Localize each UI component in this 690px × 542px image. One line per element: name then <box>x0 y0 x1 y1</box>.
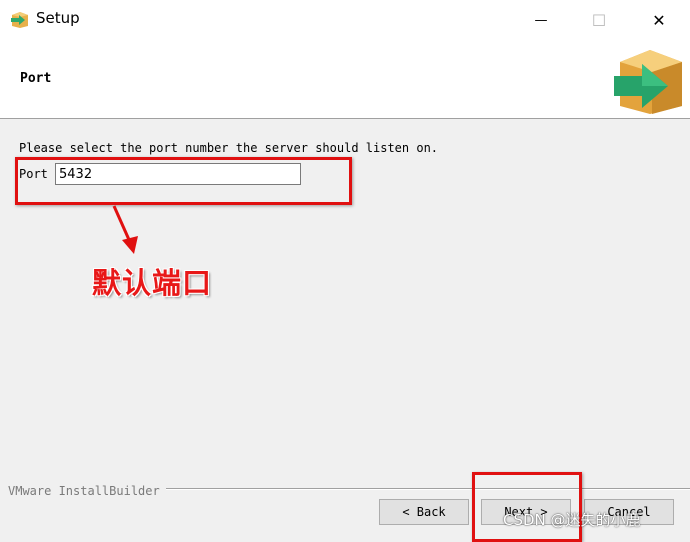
port-prompt: Please select the port number the server… <box>19 141 439 155</box>
maximize-button[interactable]: ☐ <box>576 0 622 40</box>
installer-brand: VMware InstallBuilder <box>8 484 166 498</box>
close-button[interactable]: ✕ <box>636 0 682 40</box>
installer-box-arrow-icon <box>614 50 682 114</box>
wizard-header: Port <box>0 40 690 119</box>
window-title: Setup <box>36 9 80 27</box>
back-button[interactable]: < Back <box>379 499 469 525</box>
minimize-button[interactable]: — <box>518 0 564 40</box>
next-highlight-box <box>472 472 582 542</box>
watermark: CSDN @迷失的小鹿 <box>503 511 641 529</box>
maximize-icon: ☐ <box>591 10 607 30</box>
close-icon: ✕ <box>652 10 666 30</box>
annotation-arrow-icon <box>112 205 138 254</box>
app-icon <box>11 12 28 28</box>
port-highlight-box <box>15 157 352 205</box>
page-title: Port <box>20 71 52 86</box>
title-bar: Setup — ☐ ✕ <box>0 0 690 40</box>
default-port-annotation: 默认端口 <box>92 266 213 300</box>
minimize-icon: — <box>534 12 548 28</box>
